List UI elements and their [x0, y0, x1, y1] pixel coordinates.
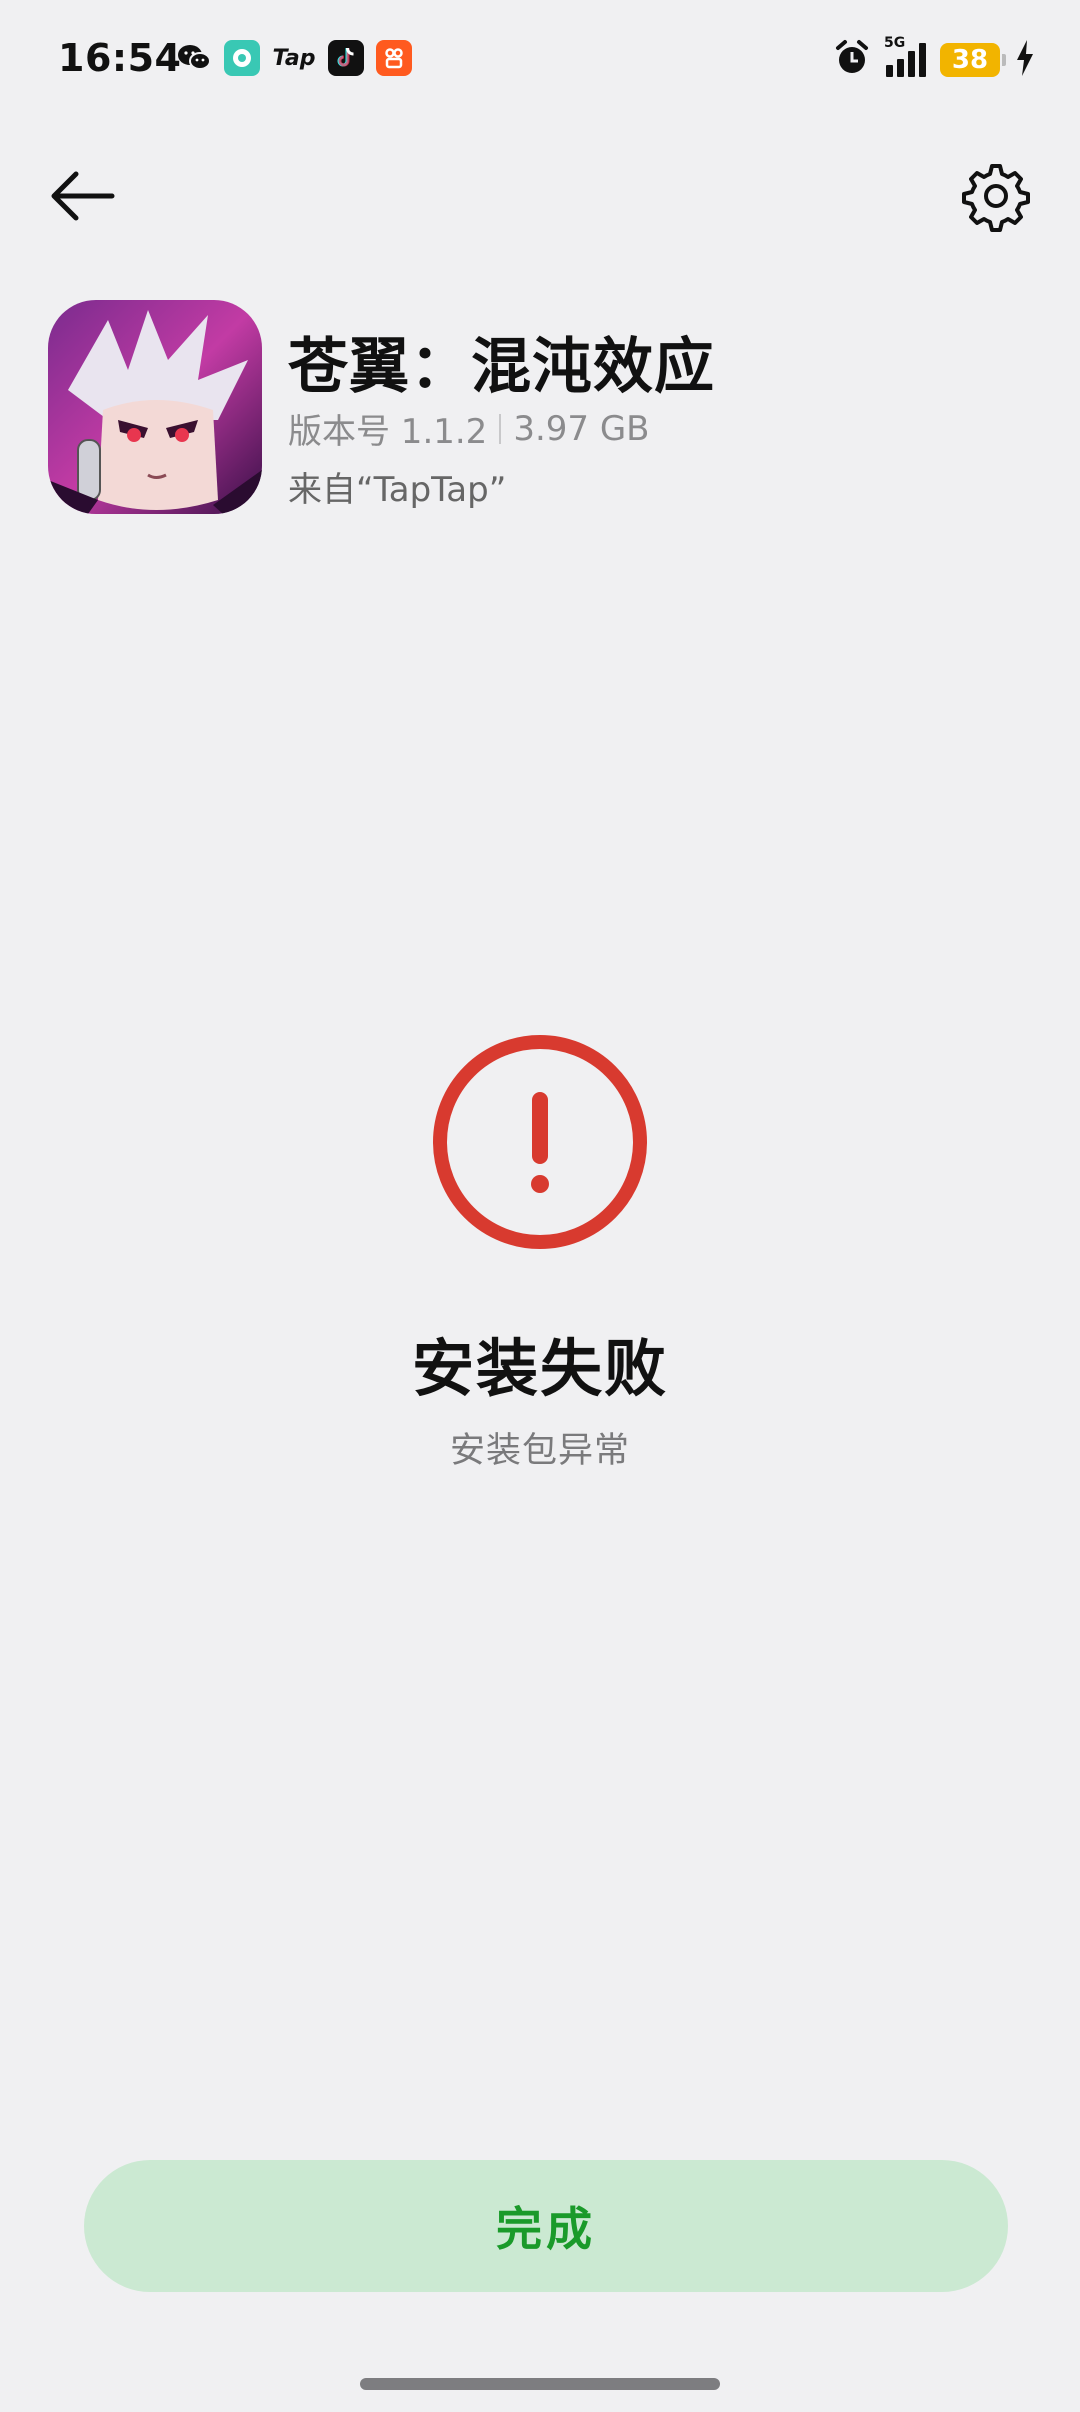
- gear-icon: [962, 164, 1030, 232]
- tap-icon: Tap: [272, 45, 316, 71]
- app-version: 版本号 1.1.2: [288, 412, 488, 452]
- signal-icon: 5G: [884, 35, 926, 77]
- meta-divider: [499, 413, 502, 444]
- app-size: 3.97 GB: [513, 408, 650, 449]
- app-name: 苍翼：混沌效应: [288, 332, 715, 402]
- app-source: 来自“TapTap”: [288, 470, 507, 510]
- app-meta: 版本号 1.1.2 3.97 GB: [288, 404, 650, 453]
- error-icon: [430, 1032, 650, 1252]
- install-failed-reason: 安装包异常: [449, 1431, 630, 1471]
- wechat-icon: [176, 40, 212, 76]
- notification-icons: Tap: [176, 40, 412, 76]
- settings-button[interactable]: [960, 160, 1032, 232]
- charging-icon: [1014, 38, 1036, 82]
- dou-icon: [224, 40, 260, 76]
- back-button[interactable]: [46, 160, 118, 232]
- install-failed-title: 安装失败: [411, 1332, 668, 1405]
- battery-icon: 38: [940, 43, 1006, 77]
- kuaishou-icon: [376, 40, 412, 76]
- home-indicator[interactable]: [360, 2378, 720, 2390]
- alarm-icon: [832, 38, 872, 82]
- status-time: 16:54: [58, 36, 182, 80]
- battery-level: 38: [951, 45, 989, 75]
- app-icon: [48, 300, 262, 514]
- status-right: 5G 38: [832, 35, 1036, 82]
- back-arrow-icon: [51, 171, 115, 221]
- status-bar: 16:54 Tap 5G 38: [0, 0, 1080, 125]
- network-type: 5G: [884, 35, 906, 51]
- tiktok-icon: [328, 40, 364, 76]
- done-button[interactable]: 完成: [84, 2160, 1008, 2292]
